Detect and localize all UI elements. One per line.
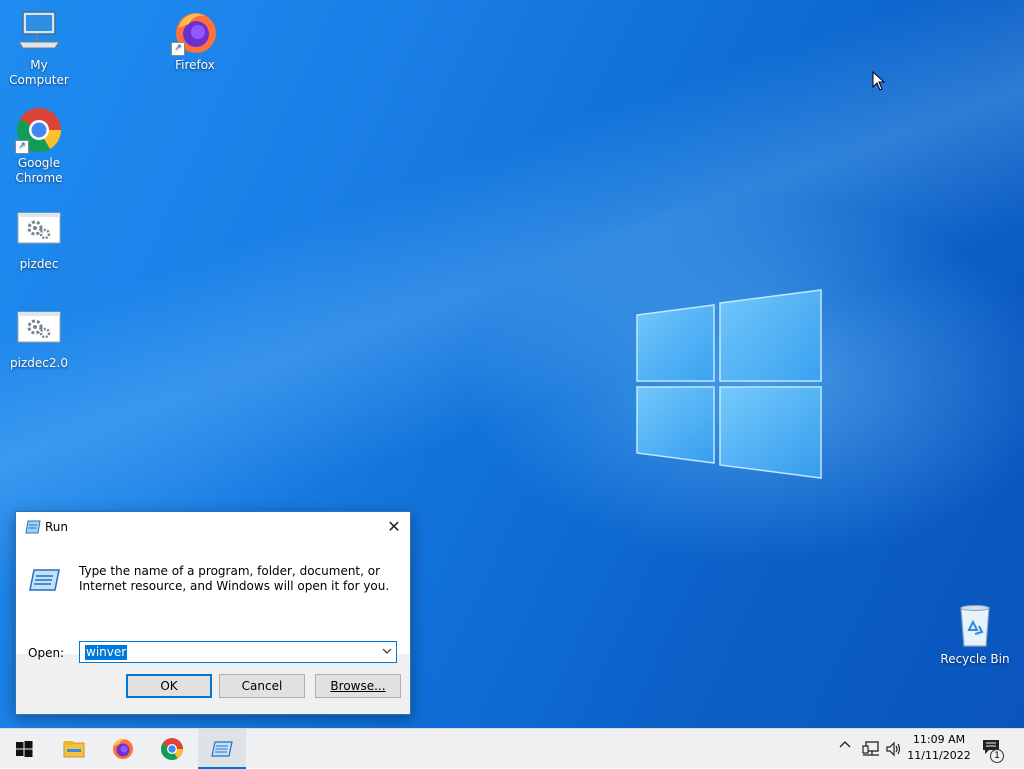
taskbar-chrome[interactable] <box>148 729 196 769</box>
firefox-icon: ↗ <box>171 8 219 56</box>
chevron-down-icon[interactable] <box>382 646 392 656</box>
run-title-bar[interactable]: Run ✕ <box>16 512 410 542</box>
application-gear-icon <box>15 207 63 255</box>
desktop-icon-pizdec[interactable]: pizdec <box>0 207 78 272</box>
network-icon[interactable] <box>862 741 880 757</box>
volume-icon[interactable] <box>886 741 902 757</box>
ok-button[interactable]: OK <box>126 674 212 698</box>
desktop-icon-pizdec2[interactable]: pizdec2.0 <box>0 306 78 371</box>
run-icon <box>211 741 233 757</box>
run-dialog-title: Run <box>45 520 69 534</box>
file-explorer-icon <box>63 741 85 758</box>
show-hidden-icons-chevron-icon[interactable] <box>839 739 851 754</box>
shortcut-arrow-icon: ↗ <box>15 140 29 154</box>
desktop-icon-label: Recycle Bin <box>940 652 1010 666</box>
start-button[interactable] <box>0 729 48 769</box>
chrome-icon <box>161 738 183 760</box>
desktop: My Computer ↗ Firefox ↗ Google Chrome pi… <box>0 0 1024 728</box>
computer-icon <box>15 8 63 56</box>
desktop-icon-label: Firefox <box>175 58 215 72</box>
desktop-icon-google-chrome[interactable]: ↗ Google Chrome <box>0 106 78 186</box>
desktop-icon-label: pizdec2.0 <box>10 356 68 370</box>
run-dialog-body: Type the name of a program, folder, docu… <box>16 542 410 663</box>
taskbar-run[interactable] <box>198 729 246 769</box>
close-button[interactable]: ✕ <box>378 512 410 542</box>
start-icon <box>16 741 33 757</box>
chrome-icon: ↗ <box>15 106 63 154</box>
run-dialog: Run ✕ Type the name of a program, folder… <box>15 511 411 715</box>
desktop-icon-label: My Computer <box>9 58 69 87</box>
mouse-cursor-icon <box>872 71 886 91</box>
recycle-bin-icon <box>951 602 999 650</box>
notification-count-badge: 1 <box>990 749 1004 763</box>
run-icon <box>25 520 41 534</box>
shortcut-arrow-icon: ↗ <box>171 42 185 56</box>
desktop-icon-firefox[interactable]: ↗ Firefox <box>156 8 234 73</box>
desktop-icon-my-computer[interactable]: My Computer <box>0 8 78 88</box>
application-gear-icon <box>15 306 63 354</box>
clock[interactable]: 11:09 AM 11/11/2022 <box>904 732 974 764</box>
browse-button[interactable]: Browse... <box>315 674 401 698</box>
clock-date: 11/11/2022 <box>907 749 971 762</box>
desktop-icon-label: Google Chrome <box>15 156 63 185</box>
taskbar: 11:09 AM 11/11/2022 1 <box>0 728 1024 769</box>
clock-time: 11:09 AM <box>912 733 966 746</box>
firefox-icon <box>113 738 133 759</box>
open-label: Open: <box>28 646 65 660</box>
open-input-value[interactable]: winver <box>85 645 128 660</box>
taskbar-file-explorer[interactable] <box>50 729 98 769</box>
open-combobox[interactable]: winver <box>79 641 397 663</box>
desktop-icon-recycle-bin[interactable]: Recycle Bin <box>936 602 1014 667</box>
cancel-button[interactable]: Cancel <box>219 674 305 698</box>
run-program-icon <box>29 569 60 591</box>
close-icon: ✕ <box>387 517 401 536</box>
desktop-icon-label: pizdec <box>19 257 59 271</box>
taskbar-firefox[interactable] <box>99 729 147 769</box>
run-description: Type the name of a program, folder, docu… <box>79 564 390 593</box>
